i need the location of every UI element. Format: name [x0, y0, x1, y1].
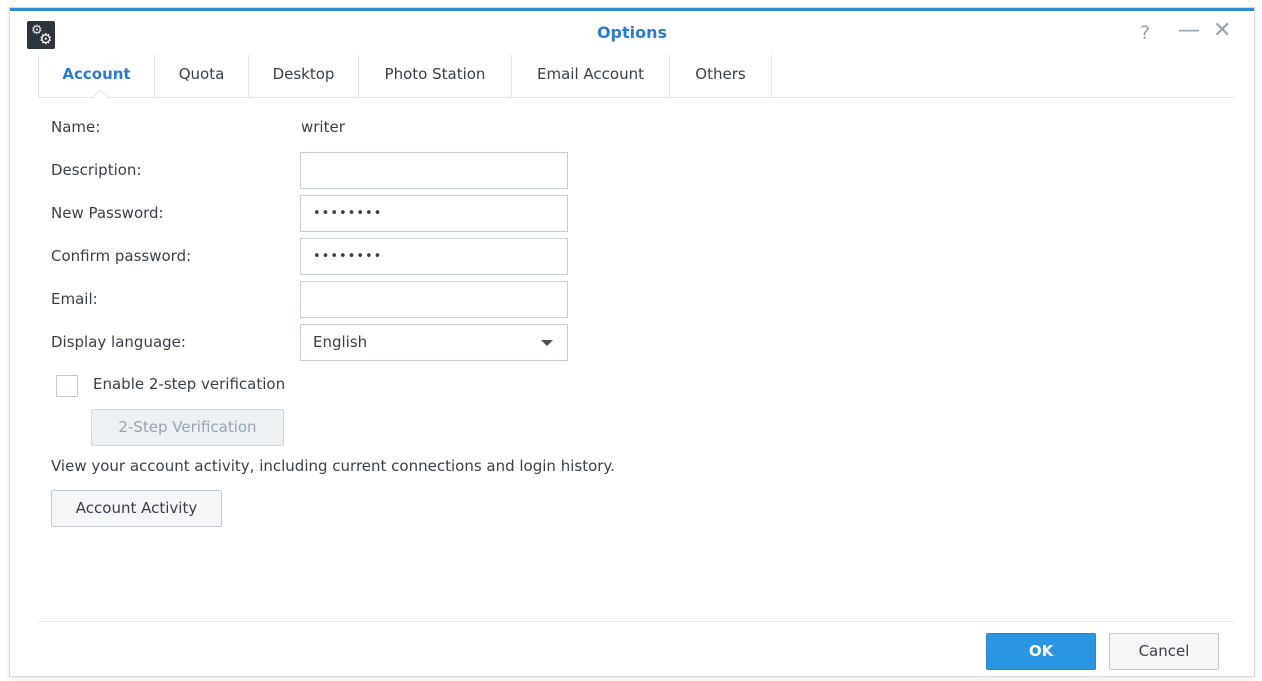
- account-activity-description: View your account activity, including cu…: [51, 457, 615, 475]
- description-input[interactable]: [300, 152, 568, 189]
- new-password-label: New Password:: [51, 204, 164, 222]
- title-bar: ⚙ ⚙ Options ? — ✕: [10, 11, 1254, 55]
- two-step-checkbox[interactable]: [56, 375, 78, 397]
- name-label: Name:: [51, 118, 101, 136]
- tab-bar: Account Quota Desktop Photo Station Emai…: [38, 55, 1234, 108]
- footer-divider: [38, 621, 1234, 622]
- display-language-label: Display language:: [51, 333, 186, 351]
- tab-quota[interactable]: Quota: [155, 55, 249, 97]
- two-step-checkbox-label[interactable]: Enable 2-step verification: [93, 375, 285, 393]
- description-label: Description:: [51, 161, 142, 179]
- confirm-password-label: Confirm password:: [51, 247, 192, 265]
- ok-button[interactable]: OK: [986, 633, 1096, 670]
- tab-others[interactable]: Others: [670, 55, 772, 97]
- tab-photo-station[interactable]: Photo Station: [359, 55, 512, 97]
- cancel-button[interactable]: Cancel: [1109, 633, 1219, 670]
- new-password-input[interactable]: ••••••••: [300, 195, 568, 232]
- email-input[interactable]: [300, 281, 568, 318]
- two-step-verification-button[interactable]: 2-Step Verification: [91, 409, 284, 446]
- window-title: Options: [596, 23, 668, 42]
- options-window: ⚙ ⚙ Options ? — ✕ Account Quota Desktop P…: [10, 8, 1254, 676]
- display-language-value: English: [313, 333, 368, 351]
- tab-account[interactable]: Account: [38, 55, 155, 97]
- tab-desktop[interactable]: Desktop: [249, 55, 359, 97]
- confirm-password-input[interactable]: ••••••••: [300, 238, 568, 275]
- help-icon[interactable]: ?: [1140, 22, 1150, 44]
- email-label: Email:: [51, 290, 98, 308]
- account-activity-button[interactable]: Account Activity: [51, 490, 222, 527]
- name-value: writer: [301, 118, 345, 136]
- close-icon[interactable]: ✕: [1213, 20, 1231, 42]
- chevron-down-icon: [541, 340, 553, 346]
- minimize-icon[interactable]: —: [1178, 20, 1200, 42]
- display-language-select[interactable]: English: [300, 324, 568, 361]
- tab-email-account[interactable]: Email Account: [512, 55, 670, 97]
